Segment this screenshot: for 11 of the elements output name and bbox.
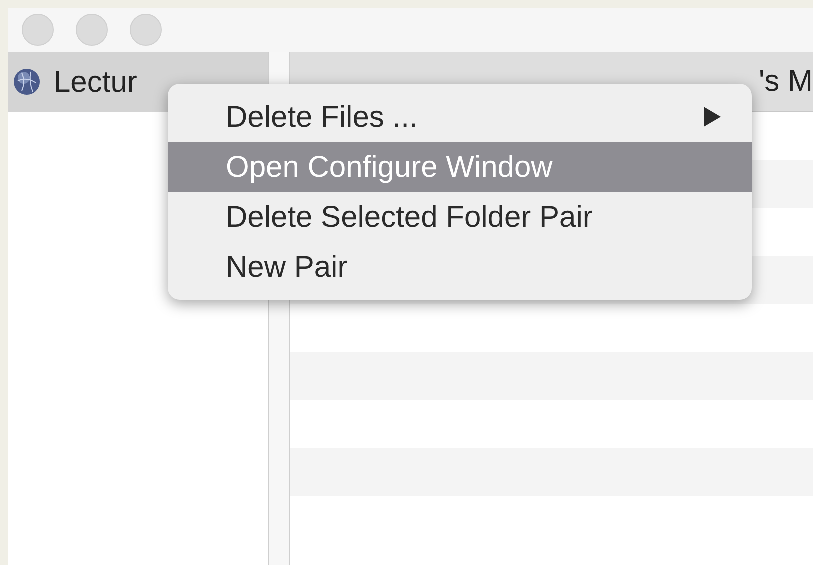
window-control-button[interactable] — [76, 14, 108, 46]
menu-item[interactable]: Delete Selected Folder Pair — [168, 192, 752, 242]
globe-icon — [12, 67, 42, 97]
window-control-button[interactable] — [130, 14, 162, 46]
menu-item-label: Open Configure Window — [226, 150, 553, 186]
window-control-button[interactable] — [22, 14, 54, 46]
menu-item-label: New Pair — [226, 250, 348, 286]
menu-item-label: Delete Selected Folder Pair — [226, 200, 593, 236]
column-header[interactable]: 's M — [758, 59, 813, 104]
menu-item[interactable]: New Pair — [168, 242, 752, 292]
sidebar-item-label: Lectur — [54, 64, 138, 100]
